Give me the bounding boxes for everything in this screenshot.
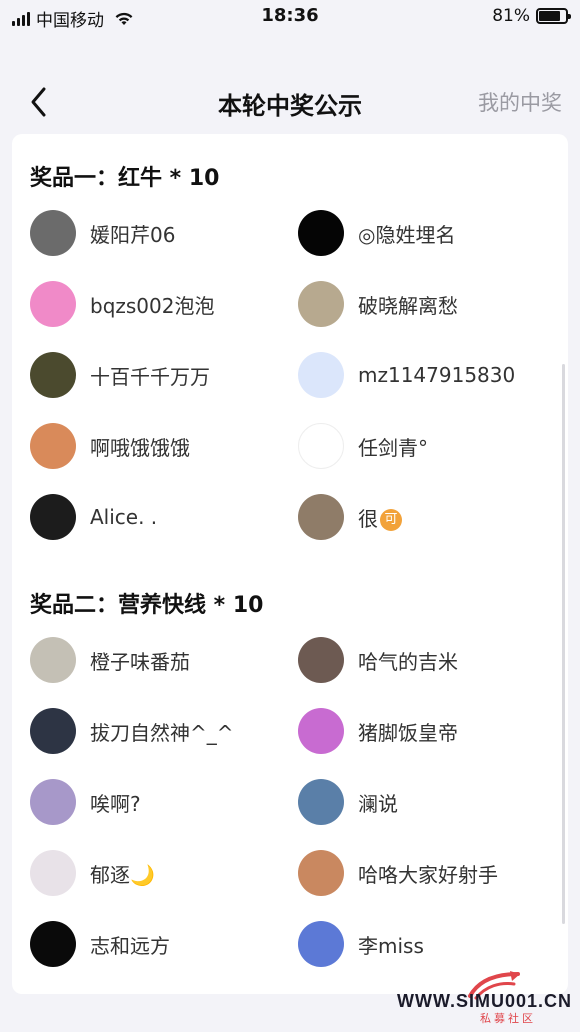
winner-name-text: ◎隐姓埋名 — [358, 222, 456, 247]
winner-name-text: 李miss — [358, 933, 424, 958]
winner-item[interactable]: 志和远方 — [30, 919, 170, 969]
avatar[interactable] — [298, 708, 344, 754]
avatar[interactable] — [30, 281, 76, 327]
status-bar: 中国移动 18:36 81% — [0, 0, 580, 34]
winner-item[interactable]: 拔刀自然神^_^ — [30, 706, 234, 756]
avatar[interactable] — [30, 352, 76, 398]
winner-name: 拔刀自然神^_^ — [90, 717, 234, 746]
winner-name-text: 猪脚饭皇帝 — [358, 720, 458, 745]
avatar[interactable] — [30, 494, 76, 540]
winner-name-text: 拔刀自然神^_^ — [90, 720, 234, 745]
avatar[interactable] — [30, 210, 76, 256]
battery-fill — [539, 11, 561, 21]
prize-1-title: 奖品一：红牛 * 10 — [30, 166, 220, 191]
avatar[interactable] — [298, 921, 344, 967]
avatar[interactable] — [298, 352, 344, 398]
winner-item[interactable]: bqzs002泡泡 — [30, 279, 214, 329]
winner-name-text: 哈咯大家好射手 — [358, 862, 498, 887]
winner-name-text: 郁逐 — [90, 862, 130, 887]
winner-name: 志和远方 — [90, 930, 170, 959]
winner-item[interactable]: ◎隐姓埋名 — [298, 208, 455, 258]
winner-name-text: 澜说 — [358, 791, 398, 816]
winner-name-text: 十百千千万万 — [90, 364, 210, 389]
winner-name-text: 破晓解离愁 — [358, 293, 458, 318]
winner-name: 唉啊? — [90, 788, 141, 817]
winner-item[interactable]: 唉啊? — [30, 777, 141, 827]
winner-item[interactable]: 澜说 — [298, 777, 398, 827]
winner-name-text: 唉啊? — [90, 791, 141, 816]
winner-item[interactable]: 十百千千万万 — [30, 350, 210, 400]
winner-name-text: bqzs002泡泡 — [90, 293, 215, 318]
avatar[interactable] — [30, 850, 76, 896]
winner-name: 澜说 — [358, 788, 398, 817]
winner-item[interactable]: mz1147915830 — [298, 350, 515, 400]
winners-card: 奖品一：红牛 * 10 媛阳芹06 ◎隐姓埋名 bqzs002泡泡 破晓解离愁十百千千… — [12, 134, 568, 994]
winner-item[interactable]: 李miss — [298, 919, 424, 969]
avatar[interactable] — [298, 850, 344, 896]
avatar[interactable] — [298, 281, 344, 327]
prize-2-title: 奖品二：营养快线 * 10 — [30, 593, 264, 618]
winner-name: 破晓解离愁 — [358, 290, 458, 319]
avatar[interactable] — [298, 637, 344, 683]
battery-icon — [536, 8, 571, 24]
winner-item[interactable]: 猪脚饭皇帝 — [298, 706, 458, 756]
winner-name-text: 很 — [358, 506, 378, 531]
winner-name-text: 啊哦饿饿饿 — [90, 435, 190, 460]
moon-emoji: 🌙 — [130, 862, 155, 887]
winner-name: 十百千千万万 — [90, 361, 210, 390]
my-prizes-link[interactable]: 我的中奖 — [478, 87, 562, 117]
winner-name-text: mz1147915830 — [358, 363, 516, 387]
battery-percent: 81% — [492, 6, 530, 26]
avatar[interactable] — [30, 921, 76, 967]
winner-name-text: 媛阳芹06 — [90, 222, 176, 247]
navigation-bar: 本轮中奖公示 我的中奖 — [0, 70, 580, 134]
winner-name: 哈气的吉米 — [358, 646, 458, 675]
winner-item[interactable]: 媛阳芹06 — [30, 208, 175, 258]
avatar[interactable] — [298, 494, 344, 540]
winner-name: 哈咯大家好射手 — [358, 859, 498, 888]
winner-name: ◎隐姓埋名 — [358, 219, 455, 248]
winner-name: bqzs002泡泡 — [90, 290, 214, 319]
watermark-subtext: 私募社区 — [480, 1012, 536, 1025]
winner-item[interactable]: 郁逐🌙 — [30, 848, 155, 898]
winner-name-text: 任剑青° — [358, 435, 428, 460]
winner-name: 郁逐🌙 — [90, 859, 155, 888]
watermark: WWW.SIMU001.CN 私募社区 — [397, 970, 572, 1026]
winner-name: 橙子味番茄 — [90, 646, 190, 675]
watermark-text: WWW.SIMU001.CN — [396, 991, 572, 1011]
avatar[interactable] — [298, 210, 344, 256]
winner-name: 啊哦饿饿饿 — [90, 432, 190, 461]
avatar[interactable] — [30, 423, 76, 469]
winner-item[interactable]: 啊哦饿饿饿 — [30, 421, 190, 471]
scrollbar[interactable] — [562, 364, 565, 924]
winner-name-text: Alice. . — [90, 505, 158, 529]
winner-item[interactable]: Alice. . — [30, 492, 157, 542]
winner-name-text: 哈气的吉米 — [358, 649, 458, 674]
winner-item[interactable]: 橙子味番茄 — [30, 635, 190, 685]
winner-name: Alice. . — [90, 505, 157, 529]
winner-item[interactable]: 哈气的吉米 — [298, 635, 458, 685]
avatar[interactable] — [30, 779, 76, 825]
name-badge: 可 — [380, 509, 402, 531]
winner-name-text: 橙子味番茄 — [90, 649, 190, 674]
winner-name: 很可 — [358, 503, 402, 532]
winner-item[interactable]: 哈咯大家好射手 — [298, 848, 498, 898]
avatar[interactable] — [30, 637, 76, 683]
winner-name: 李miss — [358, 930, 424, 959]
avatar[interactable] — [30, 708, 76, 754]
status-right: 81% — [492, 6, 571, 26]
winner-name: 任剑青° — [358, 432, 428, 461]
winner-item[interactable]: 任剑青° — [298, 421, 428, 471]
winner-name-text: 志和远方 — [90, 933, 170, 958]
avatar[interactable] — [298, 423, 344, 469]
winner-item[interactable]: 很可 — [298, 492, 402, 542]
winner-name: 媛阳芹06 — [90, 219, 175, 248]
winner-item[interactable]: 破晓解离愁 — [298, 279, 458, 329]
avatar[interactable] — [298, 779, 344, 825]
winner-name: 猪脚饭皇帝 — [358, 717, 458, 746]
winner-name: mz1147915830 — [358, 363, 515, 387]
